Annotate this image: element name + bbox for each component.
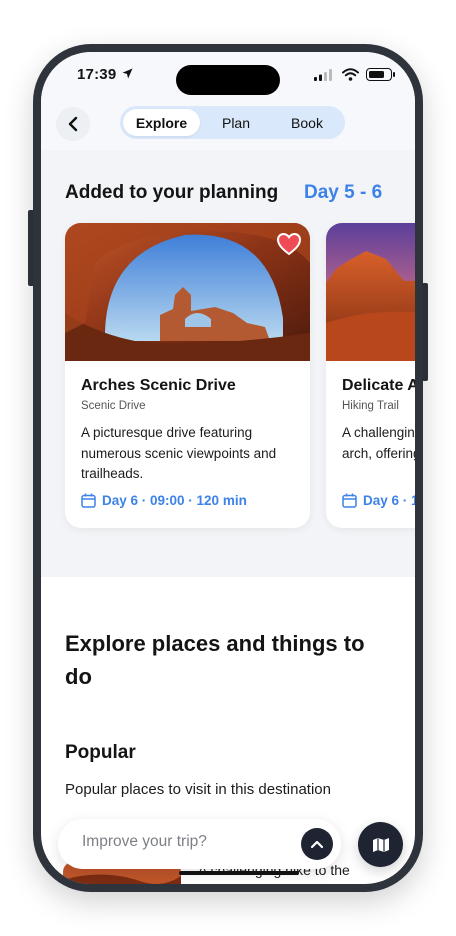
signal-icon: [314, 69, 332, 81]
calendar-icon: [342, 493, 357, 508]
tab-plan[interactable]: Plan: [200, 109, 272, 136]
planning-days-link[interactable]: Day 5 - 6: [304, 182, 382, 204]
wifi-icon: [342, 68, 359, 81]
home-indicator: [179, 871, 299, 875]
calendar-icon: [81, 493, 96, 508]
card-description: A picturesque drive featuring numerous s…: [81, 425, 277, 481]
chevron-up-icon: [310, 840, 324, 849]
map-icon: [372, 837, 389, 852]
popular-heading: Popular: [65, 742, 136, 763]
tab-book[interactable]: Book: [272, 109, 342, 136]
card-image-arch: [65, 223, 310, 361]
location-arrow-icon: [122, 68, 133, 79]
card-schedule-text: Day 6 · 14:00 · 180 min: [363, 493, 415, 508]
top-nav: Explore Plan Book: [41, 98, 415, 150]
planning-card[interactable]: Delicate Arch Hiking Trail A challenging…: [326, 223, 415, 528]
card-subtitle: Scenic Drive: [81, 400, 146, 412]
planning-section: Added to your planning Day 5 - 6 Arches …: [41, 150, 415, 577]
mode-tabs: Explore Plan Book: [120, 106, 345, 139]
tab-explore[interactable]: Explore: [123, 109, 200, 136]
card-subtitle: Hiking Trail: [342, 400, 399, 412]
status-time: 17:39: [77, 66, 117, 83]
planning-card[interactable]: Arches Scenic Drive Scenic Drive A pictu…: [65, 223, 310, 528]
card-schedule: Day 6 · 09:00 · 120 min: [81, 493, 247, 508]
card-title: Arches Scenic Drive: [81, 377, 236, 394]
improve-trip-bar: [58, 819, 341, 869]
dynamic-island: [176, 65, 280, 95]
back-button[interactable]: [56, 107, 90, 141]
chevron-left-icon: [68, 116, 78, 132]
battery-tip: [393, 72, 395, 77]
popular-description: Popular places to visit in this destinat…: [65, 781, 331, 798]
card-title: Delicate Arch: [342, 377, 415, 394]
card-schedule: Day 6 · 14:00 · 180 min: [342, 493, 415, 508]
card-image-delicate-arch: [326, 223, 415, 361]
explore-heading: Explore places and things to do: [65, 631, 365, 689]
heart-icon[interactable]: [276, 231, 302, 257]
improve-trip-input[interactable]: [82, 833, 292, 851]
battery-icon: [366, 68, 392, 81]
status-bar: 17:39: [41, 52, 415, 98]
card-schedule-text: Day 6 · 09:00 · 120 min: [102, 493, 247, 508]
card-description: A challenging hike to the iconic arch, o…: [342, 425, 415, 461]
expand-button[interactable]: [301, 828, 333, 860]
phone-screen: 17:39 Explore Plan Book Added to your pl…: [41, 52, 415, 884]
map-button[interactable]: [358, 822, 403, 867]
planning-title: Added to your planning: [65, 182, 279, 203]
